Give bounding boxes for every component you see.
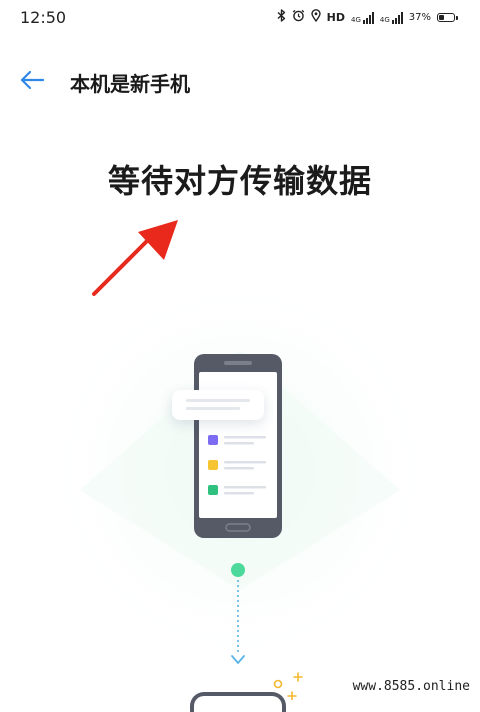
status-time: 12:50 bbox=[20, 8, 67, 27]
phone-illustration bbox=[194, 354, 282, 538]
header: 本机是新手机 bbox=[0, 58, 480, 102]
battery-icon bbox=[437, 13, 458, 22]
watermark: www.8585.online bbox=[350, 679, 472, 694]
transfer-flow-illustration bbox=[231, 563, 245, 664]
signal-icon: 4G bbox=[350, 11, 374, 24]
status-icons: HD 4G 4G 37% bbox=[277, 9, 458, 26]
receiver-phone-illustration bbox=[190, 692, 286, 712]
annotation-arrow-icon bbox=[92, 220, 178, 296]
battery-fill bbox=[439, 15, 444, 20]
network-label: 4G bbox=[350, 15, 361, 24]
alarm-icon bbox=[292, 9, 305, 26]
page-title: 本机是新手机 bbox=[70, 72, 190, 96]
battery-percent: 37% bbox=[408, 12, 431, 23]
back-button[interactable] bbox=[16, 66, 48, 94]
network-label-2: 4G bbox=[379, 15, 390, 24]
message-card-illustration bbox=[172, 390, 264, 420]
waiting-title: 等待对方传输数据 bbox=[107, 162, 372, 200]
hd-label: HD bbox=[326, 11, 345, 24]
signal-icon-2: 4G bbox=[379, 11, 403, 24]
bluetooth-icon bbox=[277, 9, 286, 26]
status-bar: 12:50 HD 4G 4G 37% bbox=[0, 0, 480, 36]
location-icon bbox=[310, 9, 321, 26]
arrow-left-icon bbox=[20, 70, 45, 90]
